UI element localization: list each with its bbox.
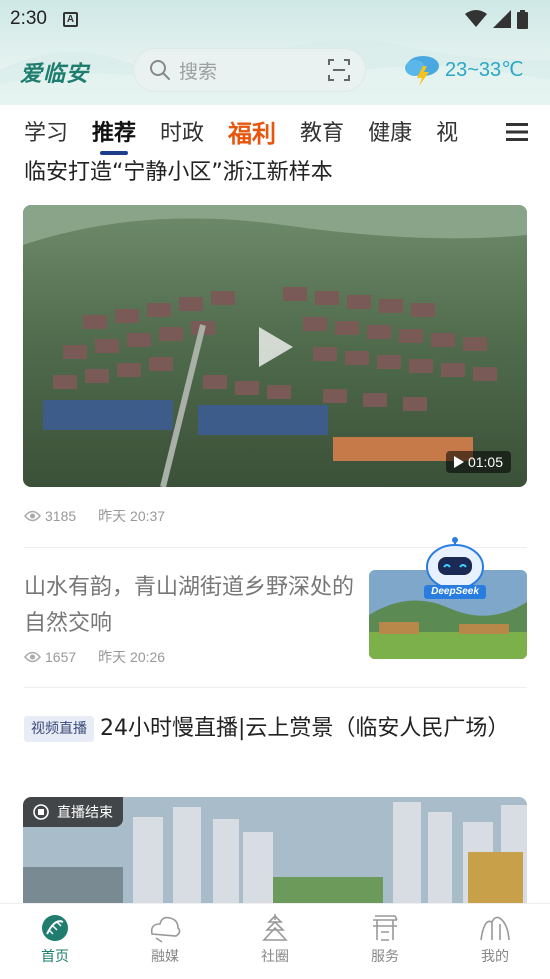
live-thumbnail[interactable]: 直播结束 <box>23 797 527 907</box>
tab-politics[interactable]: 时政 <box>160 115 204 147</box>
nav-label: 首页 <box>41 949 69 965</box>
tab-study[interactable]: 学习 <box>24 115 68 147</box>
stop-icon <box>33 804 49 820</box>
search-bar[interactable]: 搜索 <box>133 48 366 92</box>
community-pagoda-icon <box>262 914 288 941</box>
live-status-text: 直播结束 <box>57 805 113 821</box>
battery-icon <box>517 9 528 29</box>
notification-icon: A <box>62 11 78 27</box>
status-bar: 2:30 A <box>0 0 550 38</box>
thunderstorm-icon <box>405 56 439 86</box>
nav-services[interactable]: 服务 <box>330 904 440 979</box>
media-cloud-icon <box>150 916 181 943</box>
thumbnail-badge: DeepSeek <box>431 586 479 597</box>
profile-mountain-icon <box>480 916 510 941</box>
status-time: 2:30 <box>10 8 47 29</box>
play-small-icon <box>453 456 464 468</box>
publish-time: 昨天 20:26 <box>98 649 166 665</box>
live-tag: 视频直播 <box>24 716 94 742</box>
nav-home[interactable]: 首页 <box>0 904 110 979</box>
article-meta: 3185 昨天 20:37 <box>24 506 165 526</box>
nav-label: 社圈 <box>261 949 289 965</box>
nav-media[interactable]: 融媒 <box>110 904 220 979</box>
eye-icon <box>24 651 41 663</box>
article-title[interactable]: 山水有韵，青山湖街道乡野深处的自然交响 <box>24 570 354 642</box>
weather-temperature: 23~33℃ <box>445 58 524 81</box>
tab-welfare[interactable]: 福利 <box>228 114 276 149</box>
eye-icon <box>24 510 41 522</box>
nav-profile[interactable]: 我的 <box>440 904 550 979</box>
tab-education[interactable]: 教育 <box>300 115 344 147</box>
tab-health[interactable]: 健康 <box>368 115 412 147</box>
video-thumbnail[interactable]: 01:05 <box>23 205 527 487</box>
divider <box>24 687 527 688</box>
tab-recommend[interactable]: 推荐 <box>92 115 136 155</box>
article-title[interactable]: 视频直播 24小时慢直播|云上赏景（临安人民广场） <box>24 710 524 748</box>
app-logo[interactable]: 爱临安 <box>20 56 89 88</box>
weather-widget[interactable]: 23~33℃ <box>403 52 524 86</box>
tab-video[interactable]: 视 <box>436 115 464 147</box>
wifi-icon <box>465 10 487 27</box>
nav-label: 融媒 <box>151 949 179 965</box>
duration-text: 01:05 <box>467 454 503 470</box>
search-icon <box>150 60 170 80</box>
home-leaf-icon <box>42 915 68 941</box>
publish-time: 昨天 20:37 <box>98 508 166 524</box>
nav-label: 服务 <box>371 949 399 965</box>
menu-icon[interactable] <box>506 123 528 141</box>
services-gate-icon <box>373 915 398 941</box>
video-duration: 01:05 <box>445 451 511 473</box>
nav-community[interactable]: 社圈 <box>220 904 330 979</box>
article-title-text: 24小时慢直播|云上赏景（临安人民广场） <box>100 716 510 741</box>
view-count: 3185 <box>45 508 77 524</box>
article-title[interactable]: 临安打造“宁静小区”浙江新样本 <box>24 155 524 191</box>
article-meta: 1657 昨天 20:26 <box>24 647 165 667</box>
signal-icon <box>493 10 511 28</box>
bottom-navigation: 首页 融媒 社圈 服务 我的 <box>0 903 550 979</box>
scan-icon[interactable] <box>328 59 350 81</box>
search-placeholder: 搜索 <box>179 60 218 83</box>
live-status-badge: 直播结束 <box>23 797 123 827</box>
play-icon[interactable] <box>255 325 295 369</box>
category-tabs: 学习 推荐 时政 福利 教育 健康 视 <box>0 105 550 157</box>
nav-label: 我的 <box>481 949 509 965</box>
view-count: 1657 <box>45 649 77 665</box>
